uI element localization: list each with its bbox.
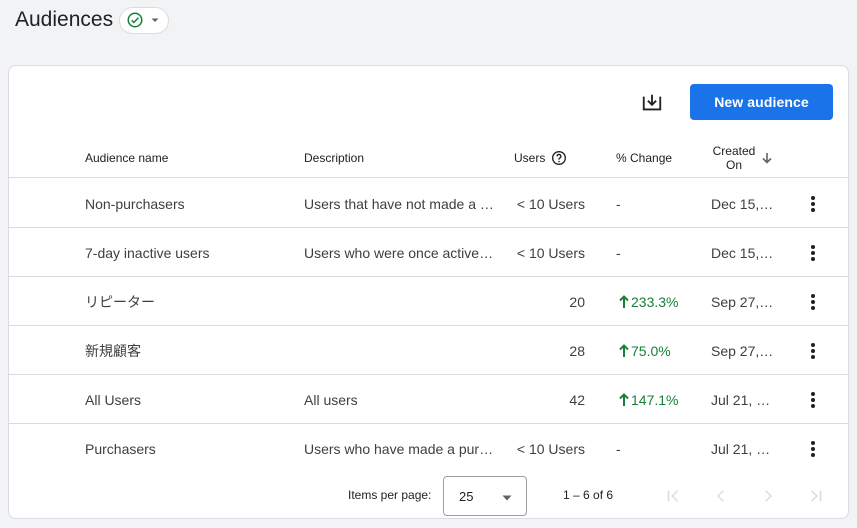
items-per-page-select[interactable]: 25 bbox=[443, 476, 527, 516]
audience-change: 147.1% bbox=[616, 375, 696, 424]
more-vert-icon bbox=[811, 293, 815, 310]
arrow-down-icon bbox=[762, 153, 772, 164]
row-menu-button[interactable] bbox=[804, 179, 822, 228]
audience-change: - bbox=[616, 440, 621, 457]
chevron-left-icon bbox=[716, 490, 724, 502]
arrow-up-icon bbox=[619, 343, 629, 357]
arrow-up-icon bbox=[619, 294, 629, 308]
column-header-description[interactable]: Description bbox=[304, 138, 364, 178]
table-row[interactable]: リピーター 20 233.3% Sep 27, 2022 bbox=[9, 277, 848, 326]
first-page-button[interactable] bbox=[661, 484, 685, 508]
audience-created-on: Jul 21, 2022 bbox=[711, 391, 775, 408]
column-header-audience-name[interactable]: Audience name bbox=[85, 138, 168, 178]
page-title: Audiences bbox=[15, 8, 114, 31]
audience-description: Users who have made a purchase bbox=[304, 440, 494, 457]
audience-change: - bbox=[616, 195, 621, 212]
column-header-created-on[interactable]: Created On bbox=[709, 138, 772, 178]
audience-name[interactable]: Non-purchasers bbox=[85, 179, 295, 228]
row-menu-button[interactable] bbox=[804, 277, 822, 326]
audience-description: Users that have not made a purchase bbox=[304, 195, 494, 212]
more-vert-icon bbox=[811, 342, 815, 359]
audience-users: < 10 Users bbox=[516, 244, 585, 261]
items-per-page-label: Items per page: bbox=[348, 488, 432, 502]
audience-change: - bbox=[616, 244, 621, 261]
caret-down-icon bbox=[151, 18, 159, 22]
audience-name[interactable]: リピーター bbox=[85, 277, 295, 326]
audience-name[interactable]: 新規顧客 bbox=[85, 326, 295, 375]
row-menu-button[interactable] bbox=[804, 326, 822, 375]
audience-description: Users who were once active but have not … bbox=[304, 244, 494, 261]
audience-users: < 10 Users bbox=[516, 195, 585, 212]
more-vert-icon bbox=[811, 195, 815, 212]
table-row[interactable]: Non-purchasers Users that have not made a… bbox=[9, 179, 848, 228]
audience-created-on: Dec 15, 2022 bbox=[711, 244, 775, 261]
check-circle-icon bbox=[127, 12, 143, 28]
pagination-range: 1 – 6 of 6 bbox=[563, 488, 614, 502]
audience-name[interactable]: All Users bbox=[85, 375, 295, 424]
audiences-card: New audience Audience name Description U… bbox=[8, 65, 849, 519]
row-menu-button[interactable] bbox=[804, 228, 822, 277]
arrow-up-icon bbox=[619, 392, 629, 406]
download-button[interactable] bbox=[637, 88, 667, 118]
audience-change: 75.0% bbox=[616, 326, 696, 375]
chevron-right-icon bbox=[765, 490, 773, 502]
audience-description: All users bbox=[304, 391, 358, 408]
table-row[interactable]: 新規顧客 28 75.0% Sep 27, 2022 bbox=[9, 326, 848, 375]
audience-users: 42 bbox=[569, 391, 585, 408]
column-header-created-line1: Created bbox=[712, 144, 756, 158]
table-row[interactable]: All Users All users 42 147.1% Jul 21, 2022 bbox=[9, 375, 848, 424]
table-row[interactable]: Purchasers Users who have made a purchase… bbox=[9, 424, 848, 473]
new-audience-button[interactable]: New audience bbox=[690, 84, 833, 120]
audience-created-on: Sep 27, 2022 bbox=[711, 342, 775, 359]
column-header-users[interactable]: Users bbox=[514, 138, 567, 178]
page-header: Audiences bbox=[15, 6, 170, 34]
audience-users: < 10 Users bbox=[516, 440, 585, 457]
audience-name[interactable]: 7-day inactive users bbox=[85, 228, 295, 277]
audience-change: 233.3% bbox=[616, 277, 696, 326]
more-vert-icon bbox=[811, 440, 815, 457]
first-page-icon bbox=[667, 490, 679, 502]
caret-down-icon bbox=[502, 495, 512, 501]
audience-name[interactable]: Purchasers bbox=[85, 424, 295, 473]
audience-created-on: Jul 21, 2022 bbox=[711, 440, 775, 457]
audience-created-on: Sep 27, 2022 bbox=[711, 293, 775, 310]
audience-created-on: Dec 15, 2022 bbox=[711, 195, 775, 212]
audience-description bbox=[304, 326, 494, 375]
table-row[interactable]: 7-day inactive users Users who were once … bbox=[9, 228, 848, 277]
pagination-bar: Items per page: 25 1 – 6 of 6 bbox=[9, 474, 848, 516]
more-vert-icon bbox=[811, 391, 815, 408]
last-page-button[interactable] bbox=[804, 484, 828, 508]
row-menu-button[interactable] bbox=[804, 375, 822, 424]
status-dropdown[interactable] bbox=[119, 6, 170, 34]
download-icon bbox=[642, 94, 662, 111]
column-header-created-line2: On bbox=[725, 158, 742, 172]
audience-description bbox=[304, 277, 494, 326]
help-circle-icon[interactable] bbox=[551, 150, 567, 166]
previous-page-button[interactable] bbox=[709, 484, 733, 508]
more-vert-icon bbox=[811, 244, 815, 261]
last-page-icon bbox=[810, 490, 822, 502]
table-header: Audience name Description Users % Change… bbox=[9, 138, 848, 178]
audience-users: 20 bbox=[569, 293, 585, 310]
row-menu-button[interactable] bbox=[804, 424, 822, 473]
items-per-page-value: 25 bbox=[459, 488, 474, 504]
next-page-button[interactable] bbox=[756, 484, 780, 508]
column-header-change[interactable]: % Change bbox=[616, 138, 672, 178]
audience-users: 28 bbox=[569, 342, 585, 359]
column-header-users-label: Users bbox=[514, 151, 546, 165]
